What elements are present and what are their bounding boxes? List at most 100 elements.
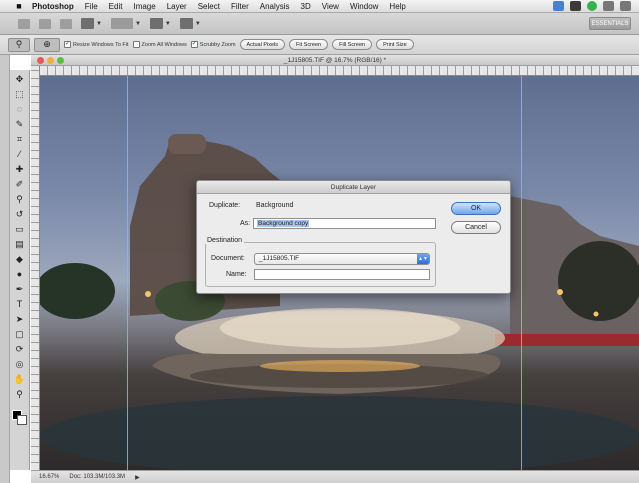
print-size-button[interactable]: Print Size: [376, 39, 414, 50]
gradient-tool-icon[interactable]: ▤: [13, 238, 27, 250]
vertical-guide-right[interactable]: [521, 76, 522, 470]
menu-view[interactable]: View: [322, 2, 339, 11]
extras-dropdown-icon: [81, 18, 94, 29]
3d-rotate-tool-icon[interactable]: ⟳: [13, 343, 27, 355]
lasso-tool-icon[interactable]: ◌: [13, 103, 27, 115]
select-arrows-icon: ▲▼: [417, 254, 429, 264]
bridge-icon[interactable]: [39, 18, 51, 29]
document-title-bar[interactable]: _1J15805.TIF @ 16.7% (RGB/16) *: [31, 55, 639, 66]
tool-options-bar: ⚲ ⊕ ✓ Resize Windows To Fit Zoom All Win…: [0, 35, 639, 55]
fill-screen-button[interactable]: Fill Screen: [332, 39, 373, 50]
vertical-guide-left[interactable]: [127, 76, 128, 470]
shape-tool-icon[interactable]: ▢: [13, 328, 27, 340]
history-brush-tool-icon[interactable]: ↺: [13, 208, 27, 220]
checkbox-checked-icon: ✓: [190, 41, 198, 48]
vertical-ruler[interactable]: [31, 66, 40, 470]
duplicate-label: Duplicate:: [209, 202, 241, 209]
minimize-window-button[interactable]: [47, 57, 54, 64]
fit-screen-button[interactable]: Fit Screen: [289, 39, 329, 50]
pen-tool-icon[interactable]: ✒: [13, 283, 27, 295]
eyedropper-tool-icon[interactable]: ⁄: [13, 148, 27, 160]
background-color-swatch[interactable]: [17, 415, 27, 425]
building-tower: [168, 134, 206, 154]
document-title: _1J15805.TIF @ 16.7% (RGB/16) *: [283, 56, 387, 64]
ok-button[interactable]: OK: [451, 202, 501, 215]
duplicate-value: Background: [256, 202, 294, 209]
menu-analysis[interactable]: Analysis: [260, 2, 290, 11]
name-input[interactable]: [254, 269, 430, 280]
resize-windows-checkbox[interactable]: ✓ Resize Windows To Fit: [64, 41, 129, 48]
extras-dropdown[interactable]: ▼: [81, 18, 102, 29]
tree-right: [558, 241, 639, 321]
wifi-icon[interactable]: [603, 1, 614, 11]
zoom-all-windows-checkbox[interactable]: Zoom All Windows: [132, 41, 187, 48]
clone-stamp-tool-icon[interactable]: ⚲: [13, 193, 27, 205]
zoom-level-box: [110, 18, 133, 29]
healing-brush-tool-icon[interactable]: ✚: [13, 163, 27, 175]
scrubby-zoom-label: Scrubby Zoom: [199, 41, 236, 48]
menu-filter[interactable]: Filter: [231, 2, 249, 11]
mac-menubar: ■ Photoshop File Edit Image Layer Select…: [0, 0, 639, 13]
menu-image[interactable]: Image: [133, 2, 155, 11]
as-name-value: Background copy: [257, 220, 310, 227]
as-name-input[interactable]: Background copy: [253, 218, 436, 229]
eraser-tool-icon[interactable]: ▭: [13, 223, 27, 235]
3d-orbit-tool-icon[interactable]: ◎: [13, 358, 27, 370]
scrubby-zoom-checkbox[interactable]: ✓ Scrubby Zoom: [190, 41, 236, 48]
document-label: Document:: [211, 255, 245, 262]
menu-window[interactable]: Window: [350, 2, 378, 11]
brush-tool-icon[interactable]: ✐: [13, 178, 27, 190]
adobe-icon[interactable]: [570, 1, 581, 11]
marquee-tool-icon[interactable]: ⬚: [13, 88, 27, 100]
zoom-tool-preset-icon[interactable]: ⚲: [8, 37, 30, 52]
blur-tool-icon[interactable]: ◆: [13, 253, 27, 265]
green-status-icon[interactable]: [587, 1, 597, 11]
menu-edit[interactable]: Edit: [109, 2, 123, 11]
street-lamp: [557, 289, 563, 295]
zoom-readout[interactable]: 16.67%: [39, 474, 59, 480]
street-lamp: [145, 291, 151, 297]
document-select[interactable]: _1J15805.TIF ▲▼: [254, 253, 430, 265]
crop-tool-icon[interactable]: ⌗: [13, 133, 27, 145]
path-select-tool-icon[interactable]: ➤: [13, 313, 27, 325]
document-info: Doc: 103.3M/103.3M: [69, 474, 126, 480]
menu-file[interactable]: File: [85, 2, 98, 11]
water-pool: [40, 396, 639, 470]
mini-bridge-icon[interactable]: [60, 18, 72, 29]
zoom-level-dropdown[interactable]: ▼: [110, 18, 141, 29]
menu-help[interactable]: Help: [389, 2, 405, 11]
zoom-window-button[interactable]: [57, 57, 64, 64]
menubar-status-area: [553, 1, 631, 11]
chevron-down-icon: ▼: [96, 20, 102, 27]
document-select-value: _1J15805.TIF: [259, 255, 300, 262]
menu-layer[interactable]: Layer: [167, 2, 187, 11]
dropbox-icon[interactable]: [553, 1, 564, 11]
close-window-button[interactable]: [37, 57, 44, 64]
ps-launch-icon[interactable]: [18, 18, 30, 29]
menu-select[interactable]: Select: [198, 2, 220, 11]
status-menu-arrow-icon[interactable]: ▶: [135, 474, 140, 481]
arrange-documents-dropdown[interactable]: ▼: [149, 18, 171, 29]
type-tool-icon[interactable]: T: [13, 298, 27, 310]
as-label: As:: [240, 220, 251, 227]
window-controls: [37, 57, 64, 64]
apple-logo-icon[interactable]: ■: [14, 1, 24, 11]
actual-pixels-button[interactable]: Actual Pixels: [239, 39, 286, 50]
menu-3d[interactable]: 3D: [301, 2, 311, 11]
duplicate-layer-dialog: Duplicate Layer Duplicate: Background As…: [196, 180, 511, 294]
panel-dock-strip: [0, 55, 10, 483]
dodge-tool-icon[interactable]: ●: [13, 268, 27, 280]
cancel-button[interactable]: Cancel: [451, 221, 501, 234]
hand-tool-icon[interactable]: ✋: [13, 373, 27, 385]
quick-select-tool-icon[interactable]: ✎: [13, 118, 27, 130]
tools-panel: ✥ ⬚ ◌ ✎ ⌗ ⁄ ✚ ✐ ⚲ ↺ ▭ ▤ ◆ ● ✒ T ➤ ▢ ⟳ ◎ …: [10, 70, 30, 470]
menu-photoshop[interactable]: Photoshop: [32, 2, 74, 11]
horizontal-ruler[interactable]: [40, 66, 639, 76]
workspace-switcher-button[interactable]: ESSENTIALS: [589, 17, 631, 30]
zoom-tool-icon[interactable]: ⚲: [13, 388, 27, 400]
screen-mode-dropdown[interactable]: ▼: [179, 18, 201, 29]
fountain-spray-core: [220, 308, 460, 348]
zoom-in-out-toggle[interactable]: ⊕: [34, 37, 60, 52]
volume-icon[interactable]: [620, 1, 631, 11]
move-tool-icon[interactable]: ✥: [13, 73, 27, 85]
